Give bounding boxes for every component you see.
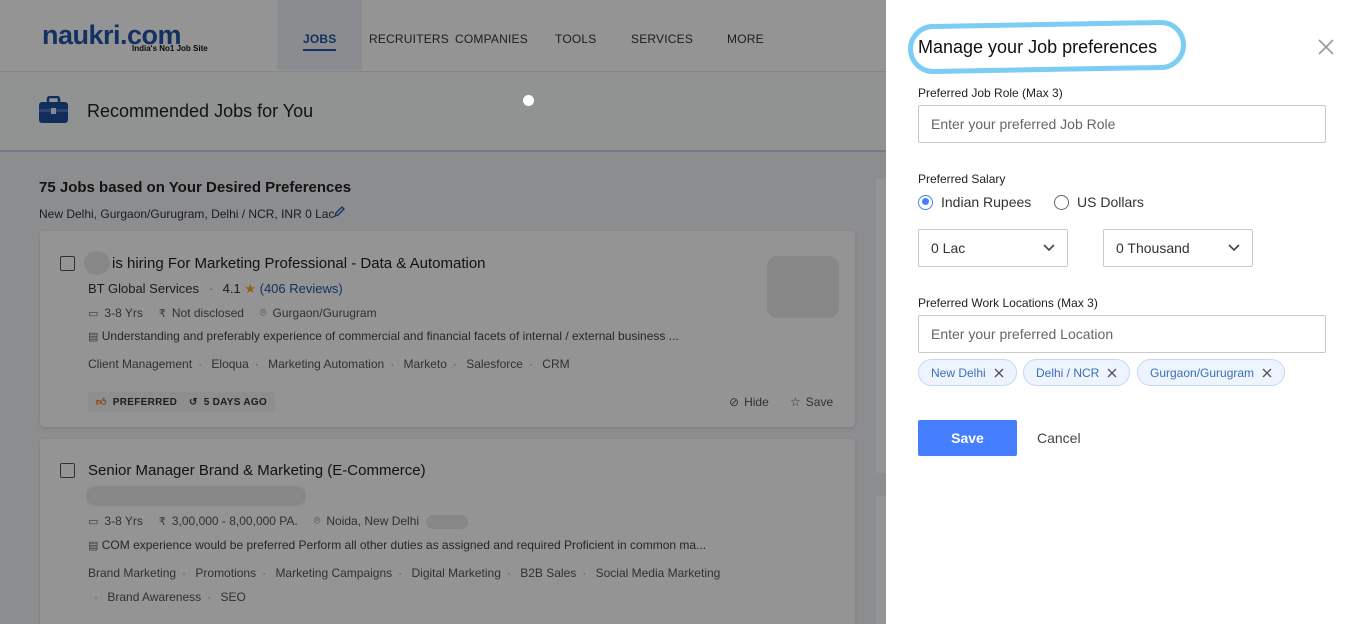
currency-option-label: US Dollars bbox=[1077, 194, 1144, 210]
location-chip: Gurgaon/Gurugram bbox=[1137, 359, 1286, 386]
currency-option-usd[interactable]: US Dollars bbox=[1054, 194, 1144, 210]
currency-option-inr[interactable]: Indian Rupees bbox=[918, 194, 1031, 210]
location-input[interactable] bbox=[918, 315, 1326, 353]
radio-selected[interactable] bbox=[918, 194, 933, 210]
modal-backdrop[interactable] bbox=[0, 0, 886, 624]
remove-icon[interactable] bbox=[1262, 368, 1272, 378]
job-preferences-drawer: Manage your Job preferences Preferred Jo… bbox=[886, 0, 1352, 624]
chevron-down-icon bbox=[1043, 244, 1055, 252]
location-chip: Delhi / NCR bbox=[1023, 359, 1131, 386]
job-role-label: Preferred Job Role (Max 3) bbox=[918, 86, 1063, 100]
salary-thousand-value: 0 Thousand bbox=[1116, 240, 1190, 256]
radio-unselected[interactable] bbox=[1054, 194, 1069, 210]
location-chip-label: Delhi / NCR bbox=[1036, 365, 1100, 380]
loading-indicator bbox=[523, 95, 534, 106]
currency-option-label: Indian Rupees bbox=[941, 194, 1032, 210]
salary-lac-dropdown[interactable]: 0 Lac bbox=[918, 229, 1068, 267]
location-chip-label: Gurgaon/Gurugram bbox=[1150, 365, 1255, 380]
salary-lac-value: 0 Lac bbox=[931, 240, 966, 256]
save-button[interactable]: Save bbox=[918, 420, 1017, 456]
location-label: Preferred Work Locations (Max 3) bbox=[918, 296, 1098, 310]
chevron-down-icon bbox=[1228, 244, 1240, 252]
remove-icon[interactable] bbox=[994, 368, 1004, 378]
drawer-title: Manage your Job preferences bbox=[918, 37, 1158, 57]
salary-thousand-dropdown[interactable]: 0 Thousand bbox=[1103, 229, 1253, 267]
close-icon[interactable] bbox=[1317, 38, 1335, 56]
location-chip-label: New Delhi bbox=[931, 365, 986, 380]
job-role-input[interactable] bbox=[918, 105, 1326, 143]
remove-icon[interactable] bbox=[1107, 368, 1117, 378]
salary-label: Preferred Salary bbox=[918, 172, 1006, 186]
location-chip: New Delhi bbox=[918, 359, 1017, 386]
cancel-button[interactable]: Cancel bbox=[1037, 430, 1081, 446]
